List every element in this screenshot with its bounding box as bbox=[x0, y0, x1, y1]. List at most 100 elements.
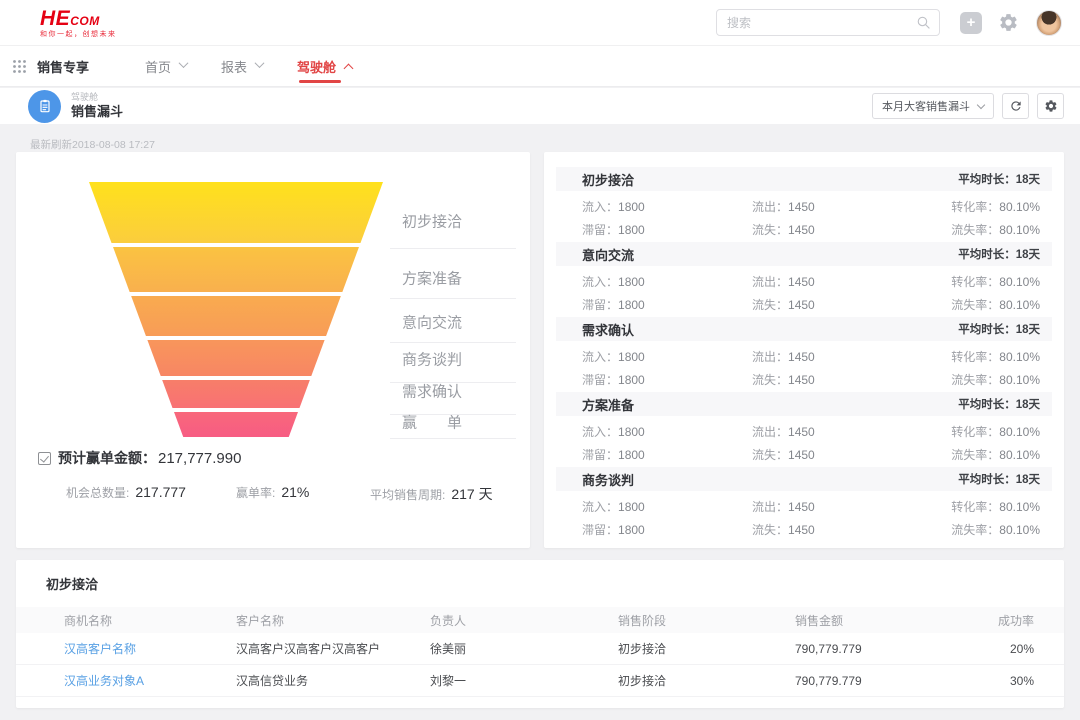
hecom-logo[interactable]: HECOM 和你一起，创想未来 bbox=[40, 8, 117, 38]
funnel-stat: 平均销售周期: 217 天 bbox=[370, 484, 493, 504]
metric-loss-rate: 流失率：80.10% bbox=[951, 444, 1040, 467]
forecast-label: 预计赢单金额： bbox=[58, 448, 156, 468]
funnel-segment-6[interactable] bbox=[16, 412, 456, 437]
stage-avg-duration: 平均时长：18天 bbox=[958, 471, 1040, 487]
metric-stagnant: 滞留：1800 bbox=[582, 219, 752, 242]
top-bar: HECOM 和你一起，创想未来 + bbox=[0, 0, 1080, 46]
cell-customer-name: 汉高信贷业务 bbox=[236, 672, 430, 689]
chevron-down-icon bbox=[179, 58, 189, 68]
nav-item-cockpit[interactable]: 驾驶舱 bbox=[297, 46, 352, 86]
add-icon[interactable]: + bbox=[960, 12, 982, 34]
funnel-stage-label: 初步接洽 bbox=[402, 211, 520, 232]
global-search[interactable] bbox=[716, 9, 940, 36]
funnel-stage-label: 赢单 bbox=[402, 412, 520, 433]
funnel-stage-label: 方案准备 bbox=[402, 268, 520, 289]
column-header: 客户名称 bbox=[236, 612, 430, 629]
funnel-stats-row: 机会总数量: 217.777 赢单率: 21% 平均销售周期: 217 天 bbox=[16, 484, 530, 504]
refresh-button[interactable] bbox=[1002, 93, 1029, 119]
cell-opportunity-name[interactable]: 汉高客户名称 bbox=[64, 640, 236, 657]
metric-loss-rate: 流失率：80.10% bbox=[951, 369, 1040, 392]
metric-conversion-rate: 转化率：80.10% bbox=[951, 346, 1040, 369]
chevron-down-icon bbox=[977, 100, 985, 108]
funnel-stat: 机会总数量: 217.777 bbox=[66, 484, 186, 501]
funnel-segment-5[interactable] bbox=[16, 380, 456, 408]
gear-icon[interactable] bbox=[998, 12, 1019, 33]
last-refresh-time: 最新刷新2018-08-08 17:27 bbox=[30, 137, 155, 152]
nav-item-reports[interactable]: 报表 bbox=[221, 46, 263, 86]
user-avatar[interactable] bbox=[1036, 10, 1062, 36]
metric-lost: 流失：1450 bbox=[752, 519, 951, 542]
stage-card-title: 需求确认 bbox=[582, 320, 634, 339]
funnel-segment-3[interactable] bbox=[16, 296, 456, 336]
table-row[interactable]: 汉高客户名称 汉高客户汉高客户汉高客户 徐美丽 初步接洽 790,779.779… bbox=[16, 633, 1064, 665]
chevron-down-icon bbox=[255, 58, 265, 68]
cell-customer-name: 汉高客户汉高客户汉高客户 bbox=[236, 640, 430, 657]
settings-button[interactable] bbox=[1037, 93, 1064, 119]
table-header: 商机名称客户名称负责人销售阶段销售金额成功率 bbox=[16, 607, 1064, 633]
cell-sales-amount: 790,779.779 bbox=[795, 642, 985, 656]
metric-loss-rate: 流失率：80.10% bbox=[951, 219, 1040, 242]
stage-card: 商务谈判 平均时长：18天 流入：1800 流出：1450 转化率：80.10%… bbox=[544, 467, 1064, 542]
nav-item-home[interactable]: 首页 bbox=[145, 46, 187, 86]
stage-card-title: 方案准备 bbox=[582, 395, 634, 414]
funnel-segment-1[interactable] bbox=[16, 182, 456, 243]
logo-tagline: 和你一起，创想未来 bbox=[40, 31, 117, 38]
page-header-controls: 本月大客销售漏斗 bbox=[872, 93, 1064, 119]
funnel-segment-4[interactable] bbox=[16, 340, 456, 376]
funnel-panel: 初步接洽方案准备意向交流商务谈判需求确认赢单 预计赢单金额： 217,777.9… bbox=[16, 152, 530, 548]
refresh-icon bbox=[1009, 99, 1023, 113]
stage-cards: 初步接洽 平均时长：18天 流入：1800 流出：1450 转化率：80.10%… bbox=[544, 152, 1064, 542]
cell-sales-stage: 初步接洽 bbox=[618, 640, 795, 657]
stage-avg-duration: 平均时长：18天 bbox=[958, 246, 1040, 262]
metric-inflow: 流入：1800 bbox=[582, 346, 752, 369]
stage-card-title: 商务谈判 bbox=[582, 470, 634, 489]
column-header: 销售金额 bbox=[795, 612, 985, 629]
table-body: 汉高客户名称 汉高客户汉高客户汉高客户 徐美丽 初步接洽 790,779.779… bbox=[16, 633, 1064, 697]
funnel-filter-select[interactable]: 本月大客销售漏斗 bbox=[872, 93, 994, 119]
metric-lost: 流失：1450 bbox=[752, 219, 951, 242]
logo-wordmark: HECOM bbox=[40, 8, 117, 29]
metric-conversion-rate: 转化率：80.10% bbox=[951, 496, 1040, 519]
metric-outflow: 流出：1450 bbox=[752, 196, 951, 219]
opportunities-panel: 初步接洽 商机名称客户名称负责人销售阶段销售金额成功率 汉高客户名称 汉高客户汉… bbox=[16, 560, 1064, 708]
cell-opportunity-name[interactable]: 汉高业务对象A bbox=[64, 672, 236, 689]
column-header: 商机名称 bbox=[64, 612, 236, 629]
stage-avg-duration: 平均时长：18天 bbox=[958, 321, 1040, 337]
stage-card-title: 意向交流 bbox=[582, 245, 634, 264]
stage-card-title: 初步接洽 bbox=[582, 170, 634, 189]
stage-card-metrics: 流入：1800 流出：1450 转化率：80.10% 滞留：1800 流失：14… bbox=[544, 416, 1064, 467]
stage-avg-duration: 平均时长：18天 bbox=[958, 171, 1040, 187]
metric-inflow: 流入：1800 bbox=[582, 421, 752, 444]
chevron-up-icon bbox=[344, 63, 354, 73]
checkbox-icon[interactable] bbox=[38, 452, 51, 465]
content-area: 最新刷新2018-08-08 17:27 初步接洽方案准备意向交流商务谈判需求确… bbox=[0, 124, 1080, 720]
funnel-stat: 赢单率: 21% bbox=[236, 484, 309, 501]
metric-inflow: 流入：1800 bbox=[582, 271, 752, 294]
workspace-title: 销售专享 bbox=[37, 57, 89, 76]
cell-success-rate: 20% bbox=[985, 642, 1034, 656]
sales-funnel-chart bbox=[16, 182, 456, 438]
stage-card-header: 商务谈判 平均时长：18天 bbox=[556, 467, 1052, 491]
app-grid-icon[interactable] bbox=[12, 59, 27, 74]
funnel-stage-label: 商务谈判 bbox=[402, 349, 520, 370]
cell-owner: 刘黎一 bbox=[430, 672, 618, 689]
metric-conversion-rate: 转化率：80.10% bbox=[951, 421, 1040, 444]
metric-lost: 流失：1450 bbox=[752, 294, 951, 317]
metric-outflow: 流出：1450 bbox=[752, 421, 951, 444]
metric-lost: 流失：1450 bbox=[752, 369, 951, 392]
stat-value: 21% bbox=[281, 484, 309, 500]
stage-card-header: 初步接洽 平均时长：18天 bbox=[556, 167, 1052, 191]
stage-metrics-panel: 初步接洽 平均时长：18天 流入：1800 流出：1450 转化率：80.10%… bbox=[544, 152, 1064, 548]
column-header: 负责人 bbox=[430, 612, 618, 629]
search-icon[interactable] bbox=[916, 15, 931, 30]
cell-owner: 徐美丽 bbox=[430, 640, 618, 657]
stage-card-metrics: 流入：1800 流出：1450 转化率：80.10% 滞留：1800 流失：14… bbox=[544, 191, 1064, 242]
stat-label: 机会总数量: bbox=[66, 484, 129, 501]
forecast-value: 217,777.990 bbox=[158, 450, 241, 467]
funnel-segment-2[interactable] bbox=[16, 247, 456, 292]
column-header: 成功率 bbox=[985, 612, 1034, 629]
metric-inflow: 流入：1800 bbox=[582, 496, 752, 519]
search-input[interactable] bbox=[717, 16, 916, 30]
table-row[interactable]: 汉高业务对象A 汉高信贷业务 刘黎一 初步接洽 790,779.779 30% bbox=[16, 665, 1064, 697]
cell-success-rate: 30% bbox=[985, 674, 1034, 688]
